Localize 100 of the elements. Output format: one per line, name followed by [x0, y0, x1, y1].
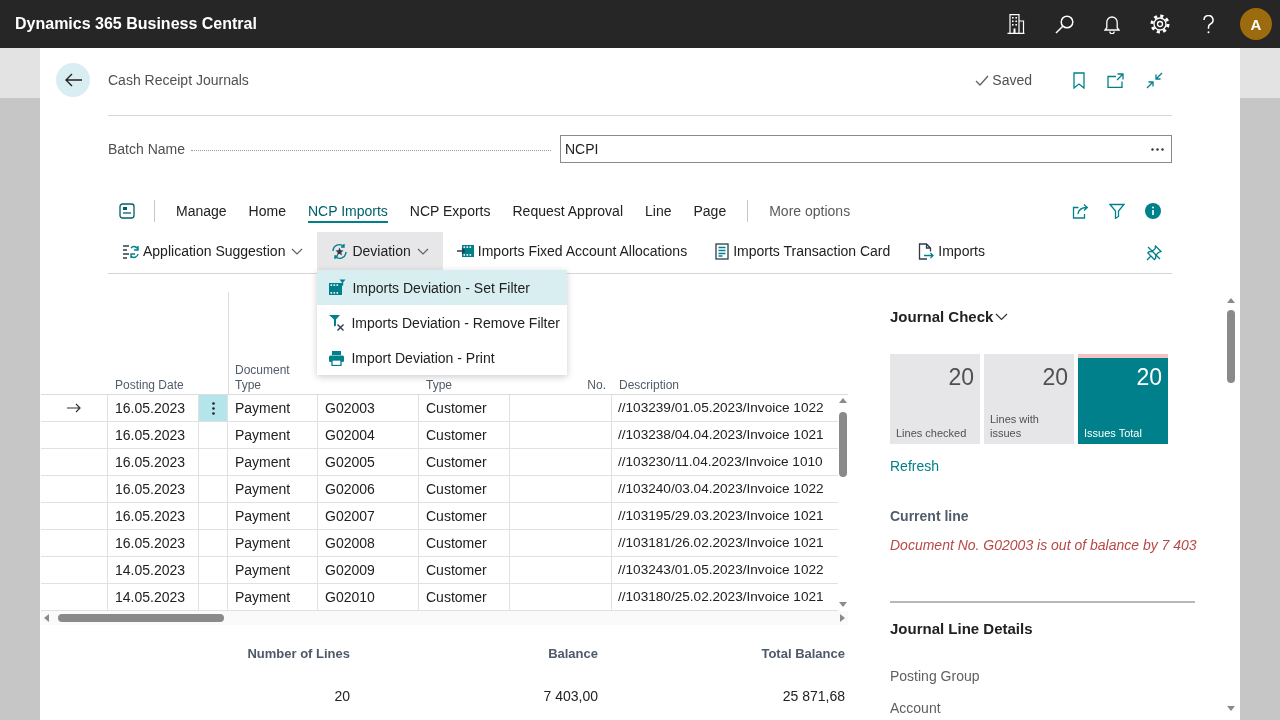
table-cell: Payment — [228, 584, 318, 610]
table-row[interactable]: 16.05.2023 Payment G02008 Customer //103181/26.02.2023/Invoice 1021 — [41, 530, 838, 557]
stat-tile[interactable]: 20 Lines checked — [890, 354, 980, 444]
table-cell-text: //103238/04.04.2023/Invoice 1021 — [617, 426, 825, 444]
film-strip-icon — [456, 244, 474, 258]
table-cell: G02009 — [318, 557, 419, 583]
back-button[interactable] — [56, 63, 90, 97]
bell-icon[interactable] — [1104, 14, 1120, 34]
action-tab[interactable]: Request Approval — [501, 193, 635, 229]
table-cell: Customer — [419, 503, 510, 529]
action-tab[interactable]: Line — [634, 193, 683, 229]
horizontal-scrollbar[interactable] — [41, 611, 848, 625]
user-avatar[interactable]: A — [1240, 8, 1272, 40]
settings-icon[interactable] — [1150, 14, 1170, 34]
page-title: Cash Receipt Journals — [108, 72, 249, 88]
pin-icon[interactable] — [1146, 244, 1162, 261]
field-label: Account — [890, 699, 941, 717]
table-cell: Payment — [228, 503, 318, 529]
action-tab[interactable]: Home — [237, 193, 297, 229]
action-tab[interactable]: NCP Imports — [296, 193, 399, 229]
stat-tile[interactable]: 20 Issues Total — [1078, 354, 1168, 444]
table-cell-text: //103240/03.04.2023/Invoice 1022 — [617, 480, 825, 498]
table-cell-text: //103230/11.04.2023/Invoice 1010 — [617, 453, 824, 471]
star-arrows-icon — [331, 242, 349, 260]
table-cell: 16.05.2023 — [108, 503, 199, 529]
tile-label: Lines checked — [896, 426, 968, 440]
action-button[interactable]: Imports — [904, 232, 999, 270]
action-tab[interactable]: NCP Exports — [398, 193, 502, 229]
action-button[interactable]: Application Suggestion — [108, 232, 318, 270]
batch-name-field[interactable]: NCPI — [560, 135, 1172, 163]
table-row[interactable]: 16.05.2023 Payment G02005 Customer //103230/11.04.2023/Invoice 1010 — [41, 449, 838, 476]
refresh-link[interactable]: Refresh — [890, 458, 940, 474]
table-row[interactable]: 16.05.2023 Payment G02003 Customer //103239/01.05.2023/Invoice 1022 — [41, 395, 838, 422]
column-header[interactable]: Description — [619, 378, 680, 393]
scrollbar-thumb[interactable] — [58, 614, 224, 622]
table-cell: G02004 — [318, 422, 419, 448]
table-row[interactable]: 14.05.2023 Payment G02009 Customer //103243/01.05.2023/Invoice 1022 — [41, 557, 838, 584]
table-row[interactable]: 16.05.2023 Payment G02004 Customer //103238/04.04.2023/Invoice 1021 — [41, 422, 838, 449]
table-cell: G02003 — [318, 395, 419, 421]
table-row[interactable]: 16.05.2023 Payment G02006 Customer //103240/03.04.2023/Invoice 1022 — [41, 476, 838, 503]
tile-value: 20 — [1136, 364, 1162, 390]
table-cell: Customer — [419, 530, 510, 556]
table-cell-text: //103181/26.02.2023/Invoice 1021 — [617, 534, 825, 552]
menu-item[interactable]: Import Deviation - Print — [317, 340, 568, 375]
total-value: 25 871,68 — [782, 688, 845, 704]
search-icon[interactable] — [1054, 14, 1074, 34]
chevron-down-icon[interactable] — [995, 313, 1009, 321]
triangle-up-icon[interactable] — [1227, 298, 1235, 303]
table-cell: 14.05.2023 — [108, 557, 199, 583]
table-row[interactable]: 14.05.2023 Payment G02010 Customer //103180/25.02.2023/Invoice 1021 — [41, 584, 838, 611]
field-label: Posting Group — [890, 667, 980, 685]
chevron-down-icon — [291, 247, 304, 255]
table-cell: 16.05.2023 — [108, 476, 199, 502]
error-message: Document No. G02003 is out of balance by 7 403 — [890, 537, 1197, 553]
triangle-right-icon[interactable] — [840, 614, 845, 622]
panel-icon[interactable] — [119, 203, 135, 219]
menu-item[interactable]: Imports Deviation - Set Filter — [317, 270, 568, 305]
total-label: Number of Lines — [247, 646, 350, 662]
table-cell-text: //103239/01.05.2023/Invoice 1022 — [617, 399, 825, 417]
table-cell: Payment — [228, 476, 318, 502]
table-cell: Customer — [419, 476, 510, 502]
menu-item[interactable]: Imports Deviation - Remove Filter — [317, 305, 568, 340]
action-button[interactable]: Deviation — [317, 232, 443, 270]
document-icon — [715, 242, 730, 260]
table-cell: 14.05.2023 — [108, 584, 199, 610]
action-tab[interactable]: Page — [682, 193, 738, 229]
scrollbar-thumb[interactable] — [1227, 310, 1235, 383]
stat-tile[interactable]: 20 Lines with issues — [984, 354, 1074, 444]
info-icon[interactable] — [1145, 203, 1161, 219]
help-icon[interactable] — [1202, 14, 1214, 34]
chevron-down-icon — [416, 247, 429, 255]
building-icon[interactable] — [1007, 14, 1025, 34]
triangle-down-icon[interactable] — [839, 602, 847, 607]
triangle-down-icon[interactable] — [1227, 706, 1235, 711]
table-cell: Customer — [419, 584, 510, 610]
more-vertical-icon — [211, 401, 215, 415]
triangle-left-icon[interactable] — [44, 614, 49, 622]
action-tab[interactable]: Manage — [165, 193, 238, 229]
collapse-icon[interactable] — [1146, 71, 1163, 89]
column-header[interactable]: Posting Date — [115, 378, 184, 393]
list-arrows-icon — [122, 243, 139, 259]
share-icon[interactable] — [1072, 203, 1089, 219]
scrollbar-thumb[interactable] — [839, 412, 847, 477]
pop-out-icon[interactable] — [1107, 72, 1124, 88]
filter-icon[interactable] — [1109, 203, 1125, 219]
section-title[interactable]: Journal Check — [890, 307, 994, 327]
table-cell: Payment — [228, 530, 318, 556]
action-button[interactable]: Imports Transaction Card — [701, 232, 905, 270]
table-cell: Customer — [419, 557, 510, 583]
table-cell-text: //103195/29.03.2023/Invoice 1021 — [617, 507, 825, 525]
more-options-tab[interactable]: More options — [758, 193, 862, 229]
column-header[interactable]: Document Type — [235, 363, 312, 393]
action-button[interactable]: Imports Fixed Account Allocations — [442, 232, 702, 270]
column-header[interactable]: No. — [587, 378, 606, 393]
triangle-up-icon[interactable] — [839, 398, 847, 403]
column-header[interactable]: Type — [426, 378, 452, 393]
ellipsis-icon[interactable] — [1151, 147, 1164, 151]
bookmark-icon[interactable] — [1073, 71, 1085, 89]
table-cell: Customer — [419, 422, 510, 448]
table-row[interactable]: 16.05.2023 Payment G02007 Customer //103195/29.03.2023/Invoice 1021 — [41, 503, 838, 530]
